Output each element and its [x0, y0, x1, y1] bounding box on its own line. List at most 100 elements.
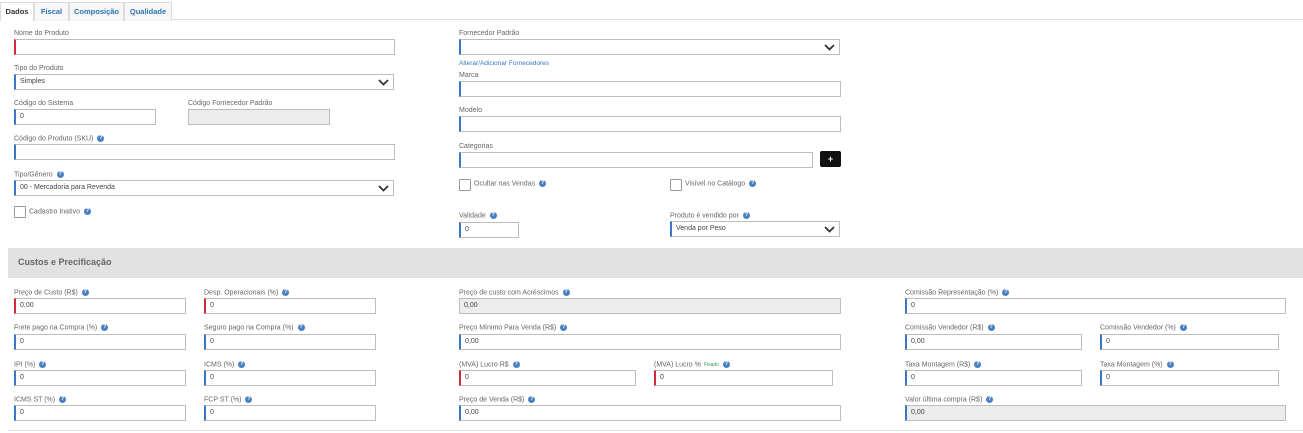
help-circle-icon[interactable]: ?: [722, 361, 730, 368]
modelo-input[interactable]: [459, 116, 841, 132]
help-circle-icon[interactable]: ?: [238, 361, 246, 368]
add-categoria-button[interactable]: +: [820, 151, 841, 167]
ipi-label: IPI (%)?: [14, 361, 47, 369]
taxa-pct-input[interactable]: 0: [1100, 370, 1279, 386]
comissao-vend-pct-text: Comissão Vendedor (%): [1100, 324, 1176, 332]
help-circle-icon[interactable]: ?: [539, 180, 547, 187]
cadastro-inativo-text: Cadastro Inativo: [29, 208, 80, 216]
mva-rs-input[interactable]: 0: [459, 370, 636, 386]
ocultar-vendas-checkbox[interactable]: [459, 179, 471, 191]
valor-ultima-label: Valor última compra (R$)?: [905, 396, 994, 404]
sku-input[interactable]: [14, 144, 395, 160]
mva-pct-text: (MVA) Lucro %: [654, 361, 701, 369]
help-circle-icon[interactable]: ?: [1179, 324, 1187, 331]
seguro-input[interactable]: 0: [204, 334, 376, 350]
tab-fiscal[interactable]: Fiscal: [34, 2, 69, 21]
section-title: Custos e Precificação: [18, 257, 112, 267]
preco-min-input[interactable]: 0,00: [459, 334, 841, 350]
tab-composicao[interactable]: Composição: [69, 2, 124, 21]
help-circle-icon[interactable]: ?: [562, 289, 570, 296]
custo-acresc-label: Preço de custo com Acréscimos?: [459, 289, 570, 296]
help-circle-icon[interactable]: ?: [528, 396, 536, 403]
fcp-text: FCP ST (%): [204, 396, 242, 404]
preco-custo-label: Preço de Custo (R$)?: [14, 289, 89, 296]
frete-input[interactable]: 0: [14, 334, 186, 350]
comissao-vend-pct-label: Comissão Vendedor (%)?: [1100, 324, 1187, 331]
comissao-vend-rs-label: Comissão Vendedor (R$)?: [905, 324, 995, 331]
categorias-input[interactable]: [459, 152, 813, 168]
fornecedor-label: Fornecedor Padrão: [459, 30, 520, 37]
help-circle-icon[interactable]: ?: [512, 361, 520, 368]
help-circle-icon[interactable]: ?: [39, 361, 47, 368]
sku-label: Código do Produto (SKU)?: [14, 135, 105, 143]
help-circle-icon[interactable]: ?: [59, 396, 67, 403]
help-circle-icon[interactable]: ?: [987, 324, 995, 331]
ocultar-vendas-label: Ocultar nas Vendas?: [474, 180, 547, 187]
help-circle-icon[interactable]: ?: [83, 208, 91, 215]
ipi-text: IPI (%): [14, 361, 36, 369]
help-circle-icon[interactable]: ?: [749, 180, 757, 187]
icms-st-input[interactable]: 0: [14, 405, 186, 421]
custo-acresc-text: Preço de custo com Acréscimos: [459, 289, 559, 297]
mva-pct-input[interactable]: 0: [654, 370, 833, 386]
genero-select[interactable]: 00 - Mercadoria para Revenda: [14, 180, 394, 196]
valor-ultima-text: Valor última compra (R$): [905, 396, 983, 404]
categorias-label: Categorias: [459, 143, 493, 150]
comissao-vend-rs-text: Comissão Vendedor (R$): [905, 324, 984, 332]
custo-acresc-input[interactable]: 0,00: [459, 298, 841, 314]
help-circle-icon[interactable]: ?: [1166, 361, 1174, 368]
tipo-produto-select[interactable]: Simples: [14, 74, 394, 90]
preco-custo-text: Preço de Custo (R$): [14, 289, 78, 297]
preco-venda-input[interactable]: 0,00: [459, 405, 841, 421]
cadastro-inativo-checkbox[interactable]: [14, 206, 26, 218]
mva-rs-label: (MVA) Lucro R$?: [459, 361, 520, 368]
help-circle-icon[interactable]: ?: [742, 212, 750, 219]
fcp-input[interactable]: 0: [204, 405, 376, 421]
fixado-note: Fixado: [703, 362, 719, 369]
validade-text: Validade: [459, 212, 486, 220]
alterar-fornecedores-link[interactable]: Alterar/Adicionar Fornecedores: [459, 60, 549, 67]
fornecedor-select[interactable]: [459, 39, 840, 55]
vendido-por-label: Produto é vendido por?: [670, 212, 750, 219]
codigo-fornecedor-input[interactable]: [188, 109, 330, 125]
visivel-catalogo-text: Visível no Catálogo: [685, 180, 746, 188]
icms-input[interactable]: 0: [204, 370, 376, 386]
help-circle-icon[interactable]: ?: [974, 361, 982, 368]
desp-text: Desp. Operacionais (%): [204, 289, 279, 297]
sku-label-text: Código do Produto (SKU): [14, 135, 94, 143]
codigo-sistema-input[interactable]: 0: [14, 109, 156, 125]
preco-custo-input[interactable]: 0,00: [14, 298, 186, 314]
help-circle-icon[interactable]: ?: [1002, 289, 1010, 296]
help-circle-icon[interactable]: ?: [97, 135, 105, 142]
tipo-produto-value: Simples: [20, 78, 45, 85]
comissao-rep-text: Comissão Representação (%): [905, 289, 999, 297]
help-circle-icon[interactable]: ?: [81, 289, 89, 296]
visivel-catalogo-checkbox[interactable]: [670, 179, 682, 191]
frete-text: Frete pago na Compra (%): [14, 324, 98, 332]
help-circle-icon[interactable]: ?: [560, 324, 568, 331]
genero-label-text: Tipo/Gênero: [14, 171, 53, 179]
comissao-vend-pct-input[interactable]: 0: [1100, 334, 1279, 350]
ipi-input[interactable]: 0: [14, 370, 186, 386]
comissao-rep-input[interactable]: 0: [905, 298, 1286, 314]
preco-venda-label: Preço de Venda (R$)?: [459, 396, 536, 403]
tab-qualidade[interactable]: Qualidade: [124, 2, 172, 21]
nome-produto-label: Nome do Produto: [14, 30, 69, 37]
help-circle-icon[interactable]: ?: [282, 289, 290, 296]
marca-input[interactable]: [459, 81, 841, 97]
taxa-rs-input[interactable]: 0: [905, 370, 1082, 386]
nome-produto-input[interactable]: [14, 39, 395, 55]
help-circle-icon[interactable]: ?: [297, 324, 305, 331]
vendido-por-select[interactable]: Venda por Peso: [670, 221, 840, 237]
help-circle-icon[interactable]: ?: [245, 396, 253, 403]
tab-dados[interactable]: Dados: [0, 2, 34, 21]
validade-input[interactable]: 0: [459, 222, 519, 238]
help-circle-icon[interactable]: ?: [56, 171, 64, 178]
help-circle-icon[interactable]: ?: [489, 212, 497, 219]
valor-ultima-input[interactable]: 0,00: [905, 405, 1286, 421]
help-circle-icon[interactable]: ?: [986, 396, 994, 403]
comissao-vend-rs-input[interactable]: 0,00: [905, 334, 1082, 350]
help-circle-icon[interactable]: ?: [101, 324, 109, 331]
seguro-label: Seguro pago na Compra (%)?: [204, 324, 305, 331]
desp-input[interactable]: 0: [204, 298, 376, 314]
